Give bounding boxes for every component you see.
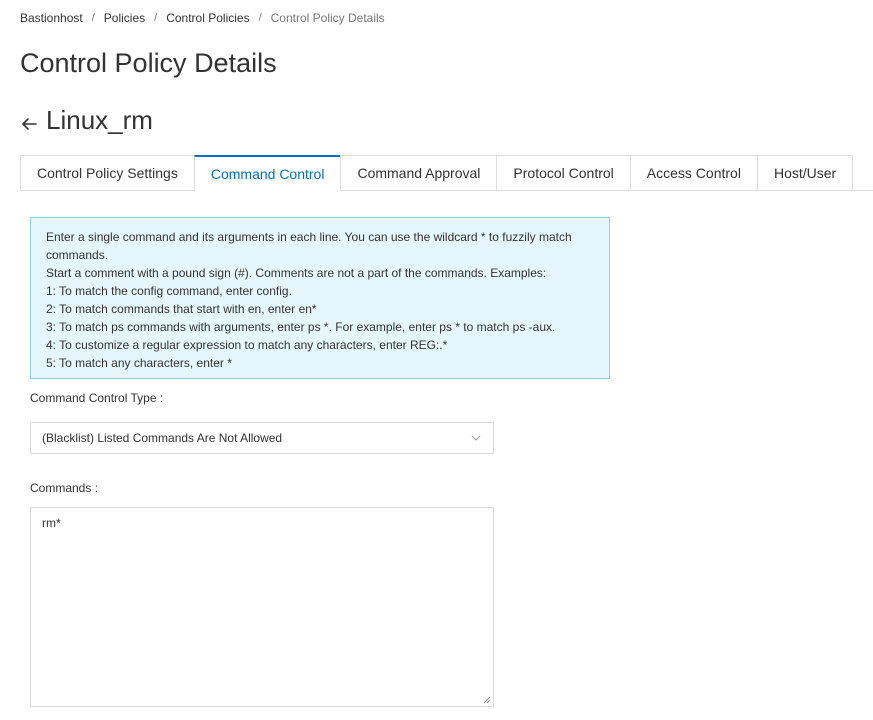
commands-textarea[interactable]: rm* xyxy=(31,508,493,706)
commands-label: Commands : xyxy=(30,481,99,495)
breadcrumb: Bastionhost / Policies / Control Policie… xyxy=(20,11,385,25)
tab-host-user[interactable]: Host/User xyxy=(756,155,854,191)
tab-protocol-control[interactable]: Protocol Control xyxy=(496,155,630,191)
command-control-type-select[interactable]: (Blacklist) Listed Commands Are Not Allo… xyxy=(30,422,494,454)
policy-name: Linux_rm xyxy=(46,105,153,135)
tab-bar: Control Policy Settings Command Control … xyxy=(20,155,873,192)
chevron-down-icon xyxy=(471,435,481,441)
info-message: Enter a single command and its arguments… xyxy=(30,217,610,379)
resize-handle-icon[interactable] xyxy=(482,695,491,704)
command-control-type-label: Command Control Type : xyxy=(30,391,164,405)
breadcrumb-separator: / xyxy=(258,12,262,24)
policy-header: Linux_rm xyxy=(20,105,153,136)
breadcrumb-bastionhost[interactable]: Bastionhost xyxy=(20,11,83,25)
page-title: Control Policy Details xyxy=(20,48,277,78)
breadcrumb-current: Control Policy Details xyxy=(270,11,385,25)
info-line: 2: To match commands that start with en,… xyxy=(46,302,317,316)
tab-command-control[interactable]: Command Control xyxy=(193,155,341,192)
arrow-left-icon[interactable] xyxy=(20,115,38,133)
info-line: 1: To match the config command, enter co… xyxy=(46,284,292,298)
tab-access-control[interactable]: Access Control xyxy=(629,155,757,191)
info-line: 5: To match any characters, enter * xyxy=(46,356,232,370)
info-line: 3: To match ps commands with arguments, … xyxy=(46,320,556,334)
tab-control-policy-settings[interactable]: Control Policy Settings xyxy=(20,155,194,191)
tab-command-approval[interactable]: Command Approval xyxy=(340,155,497,191)
select-value: (Blacklist) Listed Commands Are Not Allo… xyxy=(42,431,283,445)
info-line: 4: To customize a regular expression to … xyxy=(46,338,448,352)
info-line: Enter a single command and its arguments… xyxy=(46,230,572,262)
breadcrumb-separator: / xyxy=(154,12,158,24)
commands-textarea-container: rm* xyxy=(30,507,494,707)
info-line: Start a comment with a pound sign (#). C… xyxy=(46,266,547,280)
breadcrumb-control-policies[interactable]: Control Policies xyxy=(166,11,249,25)
breadcrumb-policies[interactable]: Policies xyxy=(104,11,145,25)
breadcrumb-separator: / xyxy=(91,12,95,24)
